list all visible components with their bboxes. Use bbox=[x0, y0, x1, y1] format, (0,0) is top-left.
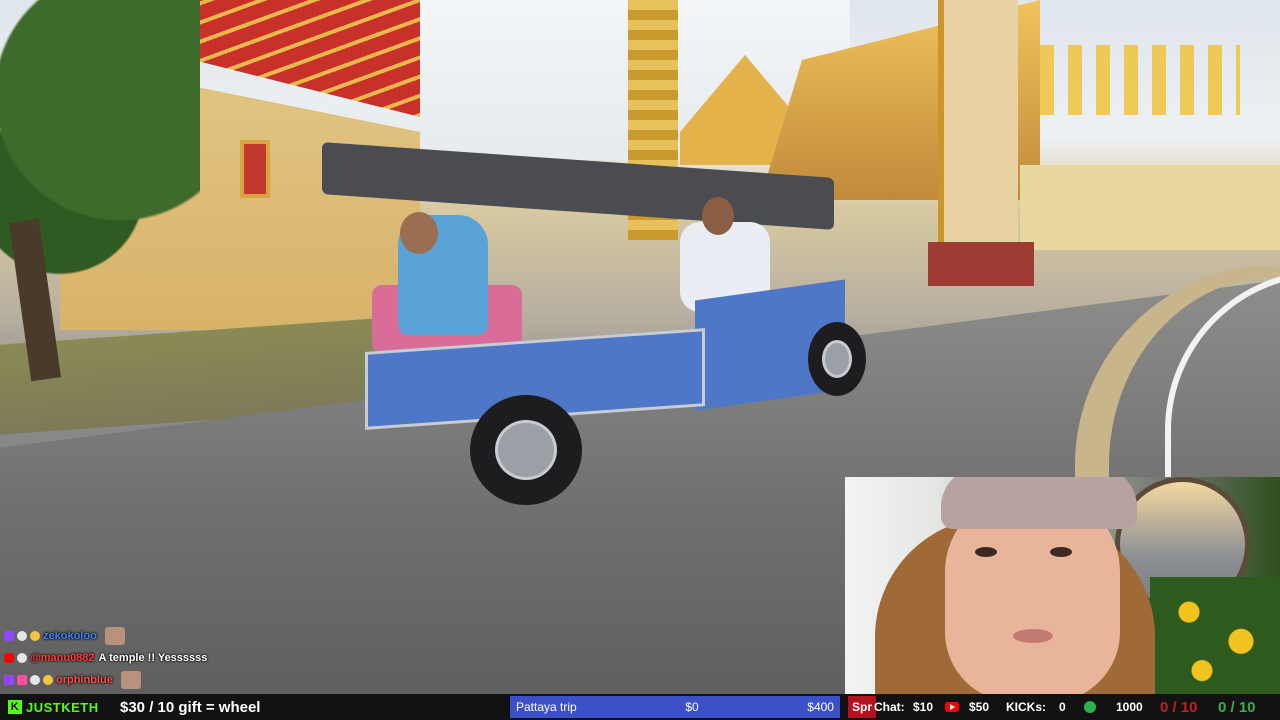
gate-base bbox=[928, 242, 1034, 286]
trip-label: Pattaya trip bbox=[516, 700, 577, 714]
kick-logo: K JUSTKETH bbox=[8, 694, 99, 720]
kicks-goal: 1000 bbox=[1116, 700, 1143, 714]
flowers bbox=[1150, 577, 1280, 694]
wheel-hub bbox=[495, 420, 557, 480]
chat-text: A temple !! Yessssss bbox=[98, 652, 208, 664]
gift-goal: $30 / 10 gift = wheel bbox=[120, 698, 261, 716]
eye bbox=[1050, 547, 1072, 557]
counter-green: 0 / 10 bbox=[1218, 698, 1256, 716]
chat-overlay: zekokoloo @manu0882 A temple !! Yessssss… bbox=[4, 625, 324, 691]
temple-wall bbox=[1020, 165, 1280, 250]
twitch-icon bbox=[4, 675, 14, 685]
kicks-label: KICKs: bbox=[1006, 700, 1047, 714]
youtube-icon bbox=[940, 694, 964, 720]
crown-icon bbox=[43, 675, 53, 685]
flags bbox=[1040, 45, 1240, 115]
badge-icon bbox=[17, 631, 27, 641]
badge-icon bbox=[17, 653, 27, 663]
channel-name: JUSTKETH bbox=[26, 699, 99, 715]
passenger-head bbox=[400, 212, 438, 254]
chat-message: @manu0882 A temple !! Yessssss bbox=[4, 647, 324, 669]
eye bbox=[975, 547, 997, 557]
youtube-icon bbox=[4, 653, 14, 663]
trip-current: $0 bbox=[685, 700, 699, 714]
spr-label: Spr bbox=[848, 696, 877, 718]
temple-window bbox=[240, 140, 270, 198]
driver-head bbox=[702, 197, 734, 235]
lips bbox=[1013, 629, 1053, 643]
heart-icon bbox=[17, 675, 27, 685]
youtube-value: $50 bbox=[969, 700, 990, 714]
wheel-hub bbox=[822, 340, 852, 378]
emote-icon bbox=[120, 671, 141, 689]
webcam-overlay bbox=[845, 477, 1280, 694]
chat-username: orphinblue bbox=[56, 674, 113, 686]
chat-message: zekokoloo bbox=[4, 625, 324, 647]
streamer-cap bbox=[941, 477, 1137, 529]
chat-username: zekokoloo bbox=[43, 630, 97, 642]
kick-coin-icon bbox=[1078, 694, 1102, 720]
counter-red: 0 / 10 bbox=[1160, 698, 1198, 716]
twitch-icon bbox=[4, 631, 14, 641]
bottom-info-bar: K JUSTKETH $30 / 10 gift = wheel Pattaya… bbox=[0, 694, 1280, 720]
trip-goal-bar: Pattaya trip $0 $400 bbox=[510, 696, 840, 718]
gate-pillar bbox=[938, 0, 1018, 280]
chat-value: $10 bbox=[913, 700, 934, 714]
emote-icon bbox=[104, 627, 125, 645]
kick-k-icon: K bbox=[8, 700, 22, 714]
chat-username: @manu0882 bbox=[30, 652, 95, 664]
trip-target: $400 bbox=[807, 700, 834, 714]
kicks-value: 0 bbox=[1059, 700, 1066, 714]
chat-message: orphinblue bbox=[4, 669, 324, 691]
chat-label: Chat: bbox=[874, 700, 905, 714]
badge-icon bbox=[30, 675, 40, 685]
butterfly-icon bbox=[30, 631, 40, 641]
